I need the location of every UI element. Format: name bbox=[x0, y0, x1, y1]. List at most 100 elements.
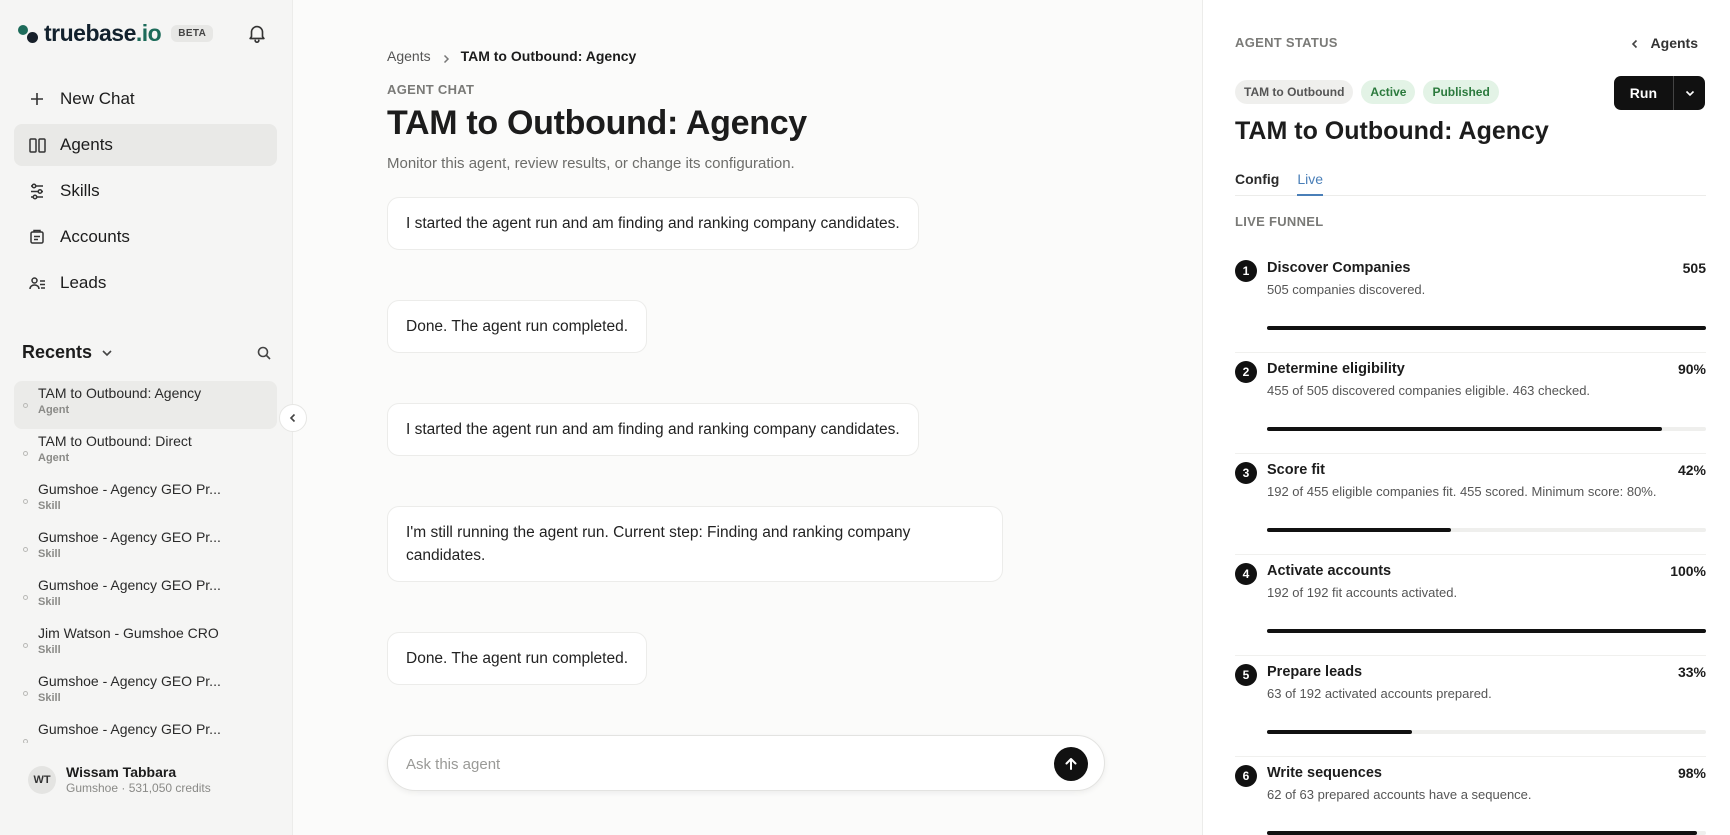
section-eyebrow: AGENT CHAT bbox=[387, 82, 475, 97]
step-description: 63 of 192 activated accounts prepared. bbox=[1267, 686, 1492, 701]
chat-message: I started the agent run and am finding a… bbox=[387, 197, 919, 250]
funnel-step: 5 Prepare leads 33% 63 of 192 activated acc… bbox=[1235, 656, 1706, 757]
brand[interactable]: truebase.io BETA bbox=[18, 20, 214, 47]
recent-name: TAM to Outbound: Direct bbox=[38, 433, 192, 449]
step-name: Score fit bbox=[1267, 462, 1326, 478]
tab-live[interactable]: Live bbox=[1297, 171, 1324, 196]
step-name: Write sequences bbox=[1267, 765, 1382, 781]
run-button-group: Run bbox=[1613, 76, 1705, 110]
step-number: 6 bbox=[1235, 765, 1257, 787]
panel-tabs: Config Live bbox=[1235, 171, 1706, 196]
step-value: 90% bbox=[1677, 361, 1706, 377]
recent-name: Jim Watson - Gumshoe CRO bbox=[38, 625, 219, 641]
search-icon[interactable] bbox=[256, 345, 272, 361]
chevron-left-icon bbox=[1629, 37, 1641, 49]
dot-icon bbox=[23, 691, 28, 696]
send-button[interactable] bbox=[1054, 747, 1088, 781]
chevron-down-icon bbox=[1685, 90, 1694, 97]
step-progress-track bbox=[1267, 730, 1706, 734]
recent-item[interactable]: Gumshoe - Agency GEO Pr... Skill bbox=[14, 477, 277, 525]
step-description: 62 of 63 prepared accounts have a sequen… bbox=[1267, 787, 1532, 802]
recent-item[interactable]: Jim Watson - Gumshoe CRO Skill bbox=[14, 621, 277, 669]
tab-config[interactable]: Config bbox=[1235, 171, 1279, 196]
run-button[interactable]: Run bbox=[1614, 76, 1673, 110]
recent-type: Skill bbox=[38, 596, 61, 608]
ask-agent-input[interactable] bbox=[406, 752, 1006, 776]
nav-label: Leads bbox=[60, 273, 107, 292]
funnel-step: 1 Discover Companies 505 505 companies disc… bbox=[1235, 252, 1706, 353]
chat-message: Done. The agent run completed. bbox=[387, 632, 648, 685]
nav-new-chat[interactable]: New Chat bbox=[14, 78, 277, 120]
breadcrumb-current: TAM to Outbound: Agency bbox=[460, 48, 637, 64]
sliders-icon bbox=[28, 182, 46, 200]
recent-item[interactable]: Gumshoe - Agency GEO Pr... Skill bbox=[14, 573, 277, 621]
back-to-agents-link[interactable]: Agents bbox=[1629, 35, 1698, 51]
dot-icon bbox=[23, 403, 28, 408]
agents-icon bbox=[28, 136, 46, 154]
recent-item[interactable]: TAM to Outbound: Direct Agent bbox=[14, 429, 277, 477]
nav-accounts[interactable]: Accounts bbox=[14, 216, 277, 258]
bell-icon[interactable] bbox=[246, 22, 268, 44]
step-progress-fill bbox=[1267, 629, 1706, 633]
recent-item[interactable]: Gumshoe - Agency GEO Pr... Skill bbox=[14, 669, 277, 717]
chevron-down-icon[interactable] bbox=[100, 346, 114, 360]
step-progress-track bbox=[1267, 831, 1706, 835]
dot-icon bbox=[23, 547, 28, 552]
recent-type: Agent bbox=[38, 404, 70, 416]
status-badges: TAM to Outbound Active Published bbox=[1235, 80, 1507, 104]
step-value: 505 bbox=[1682, 260, 1706, 276]
recent-type: Agent bbox=[38, 452, 70, 464]
nav-agents[interactable]: Agents bbox=[14, 124, 277, 166]
nav-label: Accounts bbox=[60, 227, 130, 246]
step-number: 1 bbox=[1235, 260, 1257, 282]
step-progress-fill bbox=[1267, 326, 1706, 330]
chat-message: I started the agent run and am finding a… bbox=[387, 403, 919, 456]
step-name: Activate accounts bbox=[1267, 563, 1392, 579]
step-progress-fill bbox=[1267, 831, 1698, 835]
step-progress-fill bbox=[1267, 427, 1663, 431]
chevron-left-icon bbox=[289, 413, 296, 423]
avatar: WT bbox=[28, 765, 56, 794]
recent-type: Skill bbox=[38, 692, 61, 704]
recent-type: Skill bbox=[38, 500, 61, 512]
run-options-button[interactable] bbox=[1673, 76, 1705, 110]
dot-icon bbox=[23, 643, 28, 648]
leads-icon bbox=[28, 274, 46, 292]
funnel-step: 4 Activate accounts 100% 192 of 192 fit acc… bbox=[1235, 555, 1706, 656]
page-subtitle: Monitor this agent, review results, or c… bbox=[387, 155, 795, 172]
nav-label: Skills bbox=[60, 181, 100, 200]
accounts-icon bbox=[28, 228, 46, 246]
breadcrumb-root[interactable]: Agents bbox=[387, 48, 431, 64]
badge-active: Active bbox=[1361, 80, 1416, 104]
funnel-step: 3 Score fit 42% 192 of 455 eligible compani… bbox=[1235, 454, 1706, 555]
recent-name: Gumshoe - Agency GEO Pr... bbox=[38, 673, 221, 689]
sidebar: truebase.io BETA New Chat Agents Skills … bbox=[0, 0, 293, 835]
step-description: 505 companies discovered. bbox=[1267, 282, 1426, 297]
recent-item[interactable]: Gumshoe - Agency GEO Pr... bbox=[14, 717, 277, 743]
recent-type: Skill bbox=[38, 644, 61, 656]
recent-item[interactable]: TAM to Outbound: Agency Agent bbox=[14, 381, 277, 429]
recent-name: TAM to Outbound: Agency bbox=[38, 385, 202, 401]
step-progress-track bbox=[1267, 326, 1706, 330]
user-meta: Gumshoe · 531,050 credits bbox=[66, 781, 211, 795]
step-value: 98% bbox=[1677, 765, 1706, 781]
step-description: 455 of 505 discovered companies eligible… bbox=[1267, 383, 1591, 398]
recent-name: Gumshoe - Agency GEO Pr... bbox=[38, 721, 221, 737]
step-progress-fill bbox=[1267, 730, 1412, 734]
user-profile[interactable]: WT Wissam Tabbara Gumshoe · 531,050 cred… bbox=[28, 764, 211, 795]
chat-message: Done. The agent run completed. bbox=[387, 300, 648, 353]
dot-icon bbox=[23, 499, 28, 504]
brand-logo-icon bbox=[18, 23, 40, 45]
badge-agent-type: TAM to Outbound bbox=[1235, 80, 1354, 104]
recent-item[interactable]: Gumshoe - Agency GEO Pr... Skill bbox=[14, 525, 277, 573]
breadcrumb: Agents TAM to Outbound: Agency bbox=[387, 48, 636, 64]
live-funnel: 1 Discover Companies 505 505 companies disc… bbox=[1235, 252, 1706, 835]
recents-title: Recents bbox=[22, 342, 93, 362]
step-number: 4 bbox=[1235, 563, 1257, 585]
step-number: 2 bbox=[1235, 361, 1257, 383]
nav-skills[interactable]: Skills bbox=[14, 170, 277, 212]
collapse-sidebar-button[interactable] bbox=[279, 404, 307, 432]
funnel-heading: LIVE FUNNEL bbox=[1235, 214, 1324, 229]
step-name: Discover Companies bbox=[1267, 260, 1411, 276]
nav-leads[interactable]: Leads bbox=[14, 262, 277, 304]
